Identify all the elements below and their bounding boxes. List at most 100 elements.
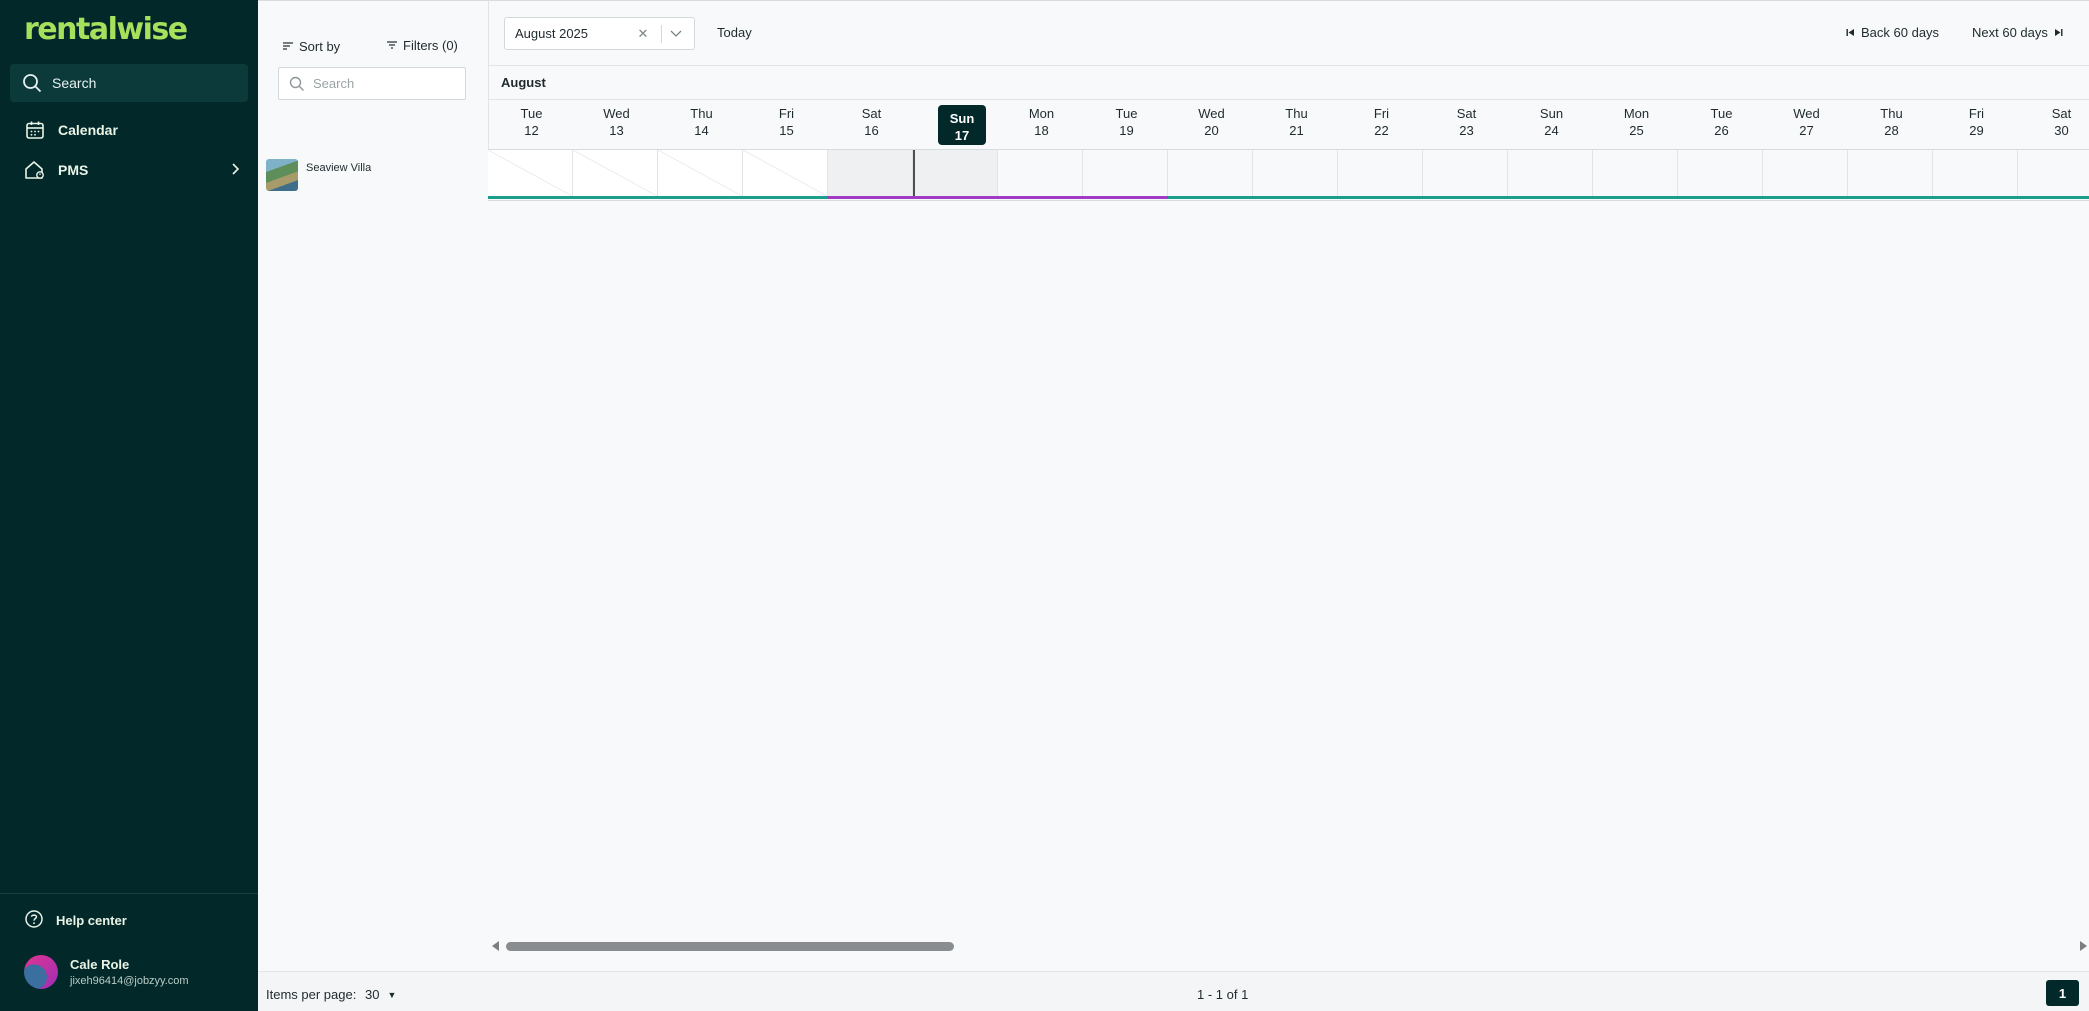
day-header-content: Mon 25 [1594, 107, 1679, 141]
month-select-value: August 2025 [515, 26, 589, 41]
calendar-cell[interactable] [1508, 150, 1593, 196]
day-header-content: Sat 30 [2019, 107, 2089, 141]
booking-bar [828, 196, 1168, 199]
calendar-cell[interactable] [573, 150, 658, 196]
calendar-cell[interactable] [1933, 150, 2018, 196]
day-date: 22 [1374, 123, 1389, 138]
day-date: 25 [1629, 123, 1644, 138]
calendar-cell[interactable] [828, 150, 913, 196]
calendar-cell[interactable] [2018, 150, 2089, 196]
day-header-content: Sat 23 [1424, 107, 1509, 141]
day-name: Wed [1198, 106, 1225, 121]
user-profile[interactable]: Cale Role jixeh96414@jobzyy.com [24, 955, 189, 989]
chevron-right-icon [230, 162, 240, 178]
day-name: Fri [1373, 106, 1390, 121]
filter-panel: Sort by Filters (0) [258, 0, 488, 152]
day-header-9: Thu 21 [1254, 100, 1339, 150]
calendar-cell[interactable] [913, 150, 998, 196]
search-icon [23, 74, 42, 93]
day-name: Sat [2051, 106, 2072, 121]
scrollbar-thumb[interactable] [506, 942, 954, 951]
day-header-10: Fri 22 [1339, 100, 1424, 150]
skip-back-icon [1846, 25, 1855, 40]
next-60-days-button[interactable]: Next 60 days [1972, 25, 2063, 40]
sidebar: rentalwise Search Calendar PMS Help cent… [0, 0, 258, 1011]
sort-icon [282, 39, 294, 54]
property-cell[interactable]: Seaview Villa [258, 150, 488, 201]
sidebar-search-label: Search [52, 75, 97, 91]
day-date: 14 [694, 123, 709, 138]
month-select[interactable]: August 2025 ✕ [504, 17, 695, 50]
calendar-cell[interactable] [1763, 150, 1848, 196]
clear-icon[interactable]: ✕ [633, 26, 653, 42]
day-name: Fri [778, 106, 795, 121]
day-date: 19 [1119, 123, 1134, 138]
calendar-cell[interactable] [1338, 150, 1423, 196]
sidebar-search-button[interactable]: Search [10, 64, 248, 102]
horizontal-scrollbar[interactable] [488, 938, 2089, 956]
day-header-content: Thu 14 [659, 107, 744, 141]
filters-label: Filters (0) [403, 38, 458, 53]
calendar-cell[interactable] [488, 150, 573, 196]
calendar-cell[interactable] [998, 150, 1083, 196]
property-search-input[interactable] [313, 76, 453, 91]
help-center-label: Help center [56, 913, 127, 928]
day-header-content: Wed 20 [1169, 107, 1254, 141]
day-header-15: Wed 27 [1764, 100, 1849, 150]
day-header-13: Mon 25 [1594, 100, 1679, 150]
page-button-current[interactable]: 1 [2046, 980, 2079, 1006]
back-60-days-button[interactable]: Back 60 days [1846, 25, 1939, 40]
scroll-right-icon[interactable] [2080, 941, 2087, 951]
day-header-12: Sun 24 [1509, 100, 1594, 150]
calendar-cell[interactable] [658, 150, 743, 196]
scroll-left-icon[interactable] [492, 941, 499, 951]
day-date: 21 [1289, 123, 1304, 138]
calendar-cell[interactable] [1168, 150, 1253, 196]
next-60-days-label: Next 60 days [1972, 25, 2048, 40]
day-header-1: Wed 13 [574, 100, 659, 150]
day-date: 18 [1034, 123, 1049, 138]
items-per-page-value: 30 [365, 987, 380, 1002]
day-header-content: Tue 12 [489, 107, 574, 141]
help-center-link[interactable]: Help center [24, 909, 127, 932]
pagination-range: 1 - 1 of 1 [1197, 987, 1249, 1002]
today-button[interactable]: Today [717, 25, 752, 40]
current-time-line [913, 150, 915, 196]
calendar-cell[interactable] [743, 150, 828, 196]
property-search-field [278, 67, 466, 100]
back-60-days-label: Back 60 days [1861, 25, 1940, 40]
calendar-cell[interactable] [1423, 150, 1508, 196]
sort-by-button[interactable]: Sort by [282, 39, 340, 54]
filters-button[interactable]: Filters (0) [386, 38, 458, 53]
property-row: Seaview Villa [258, 150, 2089, 201]
day-date: 28 [1884, 123, 1899, 138]
availability-bar [1168, 196, 2089, 199]
sidebar-item-calendar[interactable]: Calendar [24, 115, 240, 145]
calendar-cell[interactable] [1083, 150, 1168, 196]
calendar-cell[interactable] [1593, 150, 1678, 196]
day-header-content: Tue 26 [1679, 107, 1764, 141]
search-icon [289, 76, 304, 91]
day-header-6: Mon 18 [999, 100, 1084, 150]
day-header-content: Fri 29 [1934, 107, 2019, 141]
day-header-content: Mon 18 [999, 107, 1084, 141]
day-header-content: Fri 22 [1339, 107, 1424, 141]
chevron-down-icon[interactable] [670, 26, 682, 41]
day-header-4: Sat 16 [829, 100, 914, 150]
sidebar-item-pms[interactable]: PMS [24, 155, 240, 185]
caret-down-icon: ▼ [387, 989, 397, 1000]
day-name: Mon [1028, 106, 1055, 121]
calendar-cell[interactable] [1848, 150, 1933, 196]
calendar-cell[interactable] [1678, 150, 1763, 196]
month-label: August [501, 75, 546, 90]
day-name: Thu [1285, 106, 1308, 121]
day-header-content: Sun 24 [1509, 107, 1594, 141]
items-per-page-label: Items per page: [266, 987, 357, 1002]
items-per-page-select[interactable]: 30 ▼ [365, 987, 396, 1002]
sidebar-item-label: PMS [58, 162, 89, 178]
day-name: Fri [1968, 106, 1985, 121]
availability-bar [488, 196, 828, 199]
day-header-content: Wed 27 [1764, 107, 1849, 141]
calendar-cell[interactable] [1253, 150, 1338, 196]
day-header-content: Fri 15 [744, 107, 829, 141]
